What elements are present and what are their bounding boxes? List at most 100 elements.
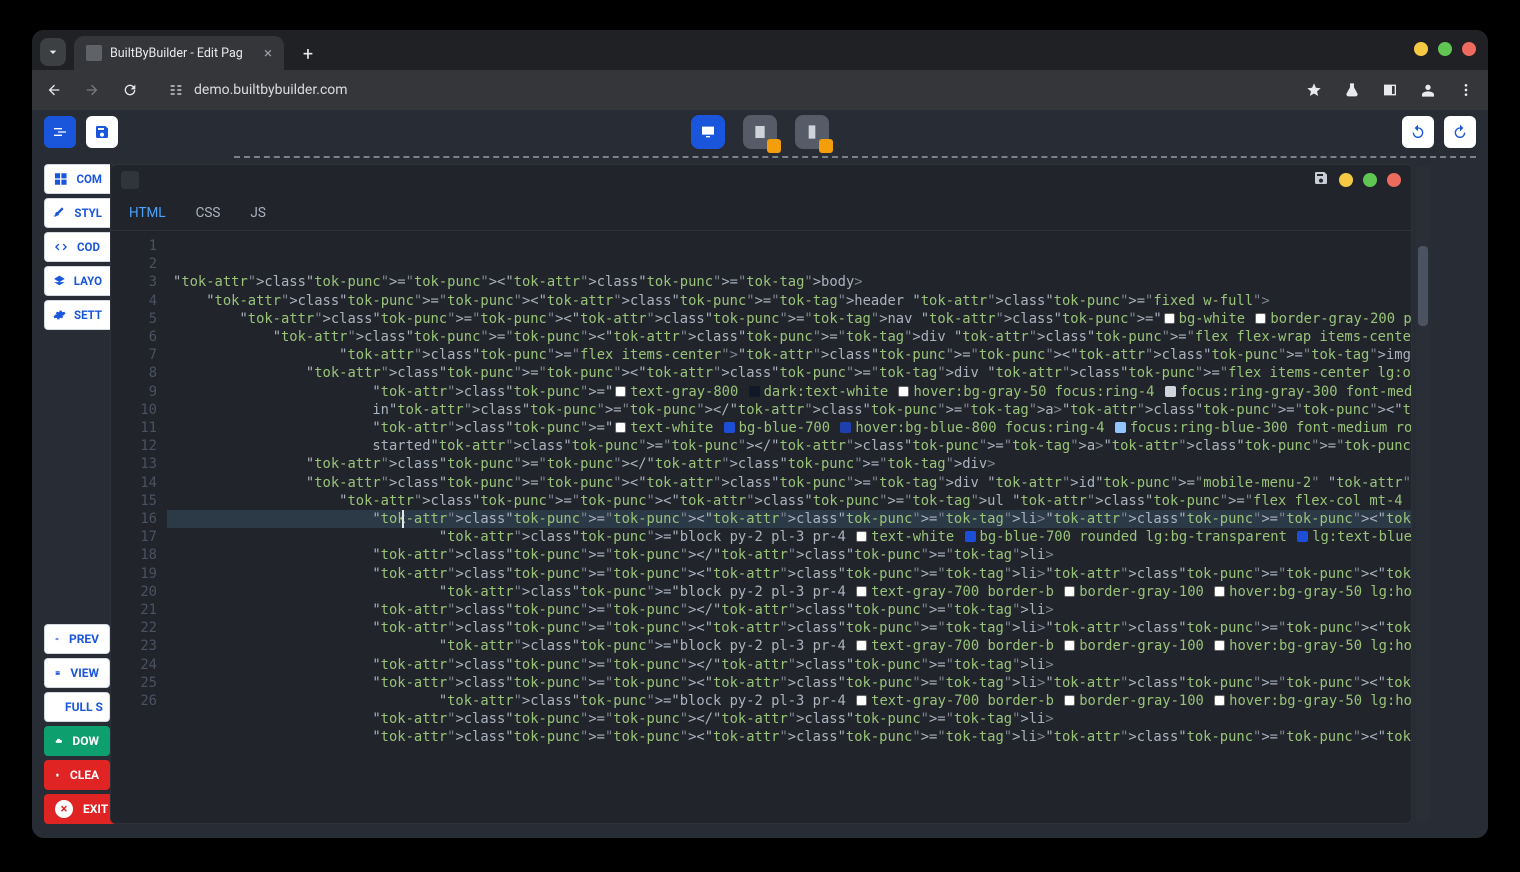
- reload-icon: [122, 82, 138, 98]
- close-window-button[interactable]: [1462, 42, 1476, 56]
- preview-button[interactable]: PREV: [44, 624, 110, 654]
- sidepanel-button[interactable]: [1378, 78, 1402, 102]
- code-editor-panel: HTML CSS JS 1234567891011121314151617181…: [110, 164, 1412, 824]
- device-tablet[interactable]: [743, 115, 777, 149]
- labs-button[interactable]: [1340, 78, 1364, 102]
- panel-maximize[interactable]: [1363, 173, 1377, 187]
- eye-icon: [55, 631, 59, 647]
- panel-icon: [1382, 82, 1398, 98]
- editor-tabs: HTML CSS JS: [111, 195, 1411, 231]
- code-icon: [53, 239, 69, 255]
- button-label: VIEW: [70, 666, 99, 680]
- desktop-icon: [700, 124, 716, 140]
- site-settings-icon: [168, 82, 184, 98]
- button-label: DOW: [72, 734, 99, 748]
- panel-header[interactable]: [111, 165, 1411, 195]
- gear-icon: [53, 307, 66, 323]
- app-toolbar: [32, 110, 1488, 154]
- tab-dropdown-button[interactable]: [40, 38, 66, 66]
- fullscreen-button[interactable]: FULL S: [44, 692, 110, 722]
- tablet-icon: [752, 124, 768, 140]
- download-button[interactable]: DOW: [44, 726, 110, 756]
- tab-js[interactable]: JS: [250, 205, 265, 221]
- button-label: EXIT: [83, 802, 108, 816]
- nav-reload-button[interactable]: [118, 78, 142, 102]
- button-label: FULL S: [65, 700, 103, 714]
- left-sidebar: COM STYL COD LAYO SETT: [44, 164, 110, 330]
- save-button[interactable]: [86, 116, 118, 148]
- nav-forward-button[interactable]: [80, 78, 104, 102]
- undo-button[interactable]: [1402, 116, 1434, 148]
- scrollbar-thumb[interactable]: [1418, 246, 1428, 326]
- window-icon: [55, 665, 60, 681]
- sidebar-item-settings[interactable]: SETT: [44, 300, 110, 330]
- panel-minimize[interactable]: [1339, 173, 1353, 187]
- button-label: PREV: [69, 632, 99, 646]
- drag-handle-icon[interactable]: [121, 171, 139, 189]
- tab-title: BuiltByBuilder - Edit Pag: [110, 46, 243, 61]
- redo-icon: [1452, 124, 1468, 140]
- bookmark-button[interactable]: [1302, 78, 1326, 102]
- panel-close[interactable]: [1387, 173, 1401, 187]
- redo-button[interactable]: [1444, 116, 1476, 148]
- sidebar-item-styles[interactable]: STYL: [44, 198, 110, 228]
- chevron-down-icon: [45, 44, 61, 60]
- user-icon: [1420, 82, 1436, 98]
- sidebar-item-components[interactable]: COM: [44, 164, 110, 194]
- button-label: CLEA: [70, 768, 99, 782]
- arrow-left-icon: [46, 82, 62, 98]
- new-tab-button[interactable]: +: [294, 40, 322, 68]
- device-switcher: [691, 115, 829, 149]
- favicon-icon: [86, 45, 102, 61]
- page-scrollbar[interactable]: [1416, 166, 1430, 822]
- tab-css[interactable]: CSS: [196, 205, 221, 221]
- trash-icon: [55, 767, 60, 783]
- window-controls: [1414, 42, 1476, 56]
- mobile-icon: [804, 124, 820, 140]
- undo-icon: [1410, 124, 1426, 140]
- canvas-guide: [234, 156, 1476, 158]
- titlebar: BuiltByBuilder - Edit Pag × +: [32, 30, 1488, 70]
- browser-window: BuiltByBuilder - Edit Pag × + demo.built…: [32, 30, 1488, 838]
- browser-tab[interactable]: BuiltByBuilder - Edit Pag ×: [74, 36, 284, 70]
- cloud-download-icon: [55, 733, 62, 749]
- clear-button[interactable]: CLEA: [44, 760, 110, 790]
- save-icon: [94, 124, 110, 140]
- star-icon: [1306, 82, 1322, 98]
- code-area[interactable]: "tok-attr">class"tok-punc">="tok-punc"><…: [167, 231, 1411, 823]
- maximize-button[interactable]: [1438, 42, 1452, 56]
- flask-icon: [1344, 82, 1360, 98]
- sidebar-item-label: STYL: [74, 206, 102, 220]
- url-field[interactable]: demo.builtbybuilder.com: [156, 75, 1288, 105]
- save-icon: [1313, 170, 1329, 186]
- layers-icon: [53, 273, 66, 289]
- device-mobile[interactable]: [795, 115, 829, 149]
- sidebar-item-label: COM: [76, 172, 102, 186]
- nav-back-button[interactable]: [42, 78, 66, 102]
- sidebar-item-code[interactable]: COD: [44, 232, 110, 262]
- brush-icon: [53, 205, 66, 221]
- tab-close-button[interactable]: ×: [264, 44, 272, 62]
- close-circle-icon: ×: [55, 800, 73, 818]
- device-desktop[interactable]: [691, 115, 725, 149]
- minimize-button[interactable]: [1414, 42, 1428, 56]
- panel-save-button[interactable]: [1313, 170, 1329, 190]
- blocks-icon: [53, 171, 68, 187]
- sidebar-item-label: LAYO: [74, 274, 102, 288]
- profile-button[interactable]: [1416, 78, 1440, 102]
- sidebar-item-label: COD: [77, 240, 100, 254]
- url-text: demo.builtbybuilder.com: [194, 82, 348, 98]
- tab-html[interactable]: HTML: [129, 205, 166, 221]
- view-source-button[interactable]: VIEW: [44, 658, 110, 688]
- kebab-icon: [1458, 82, 1474, 98]
- sidebar-item-layout[interactable]: LAYO: [44, 266, 110, 296]
- app-viewport: COM STYL COD LAYO SETT PREV: [32, 110, 1488, 838]
- line-gutter: 1234567891011121314151617181920212223242…: [111, 231, 167, 823]
- arrow-right-icon: [84, 82, 100, 98]
- sliders-icon: [52, 124, 68, 140]
- filters-button[interactable]: [44, 116, 76, 148]
- address-bar: demo.builtbybuilder.com: [32, 70, 1488, 110]
- code-editor[interactable]: 1234567891011121314151617181920212223242…: [111, 231, 1411, 823]
- sidebar-item-label: SETT: [74, 308, 102, 322]
- overflow-menu-button[interactable]: [1454, 78, 1478, 102]
